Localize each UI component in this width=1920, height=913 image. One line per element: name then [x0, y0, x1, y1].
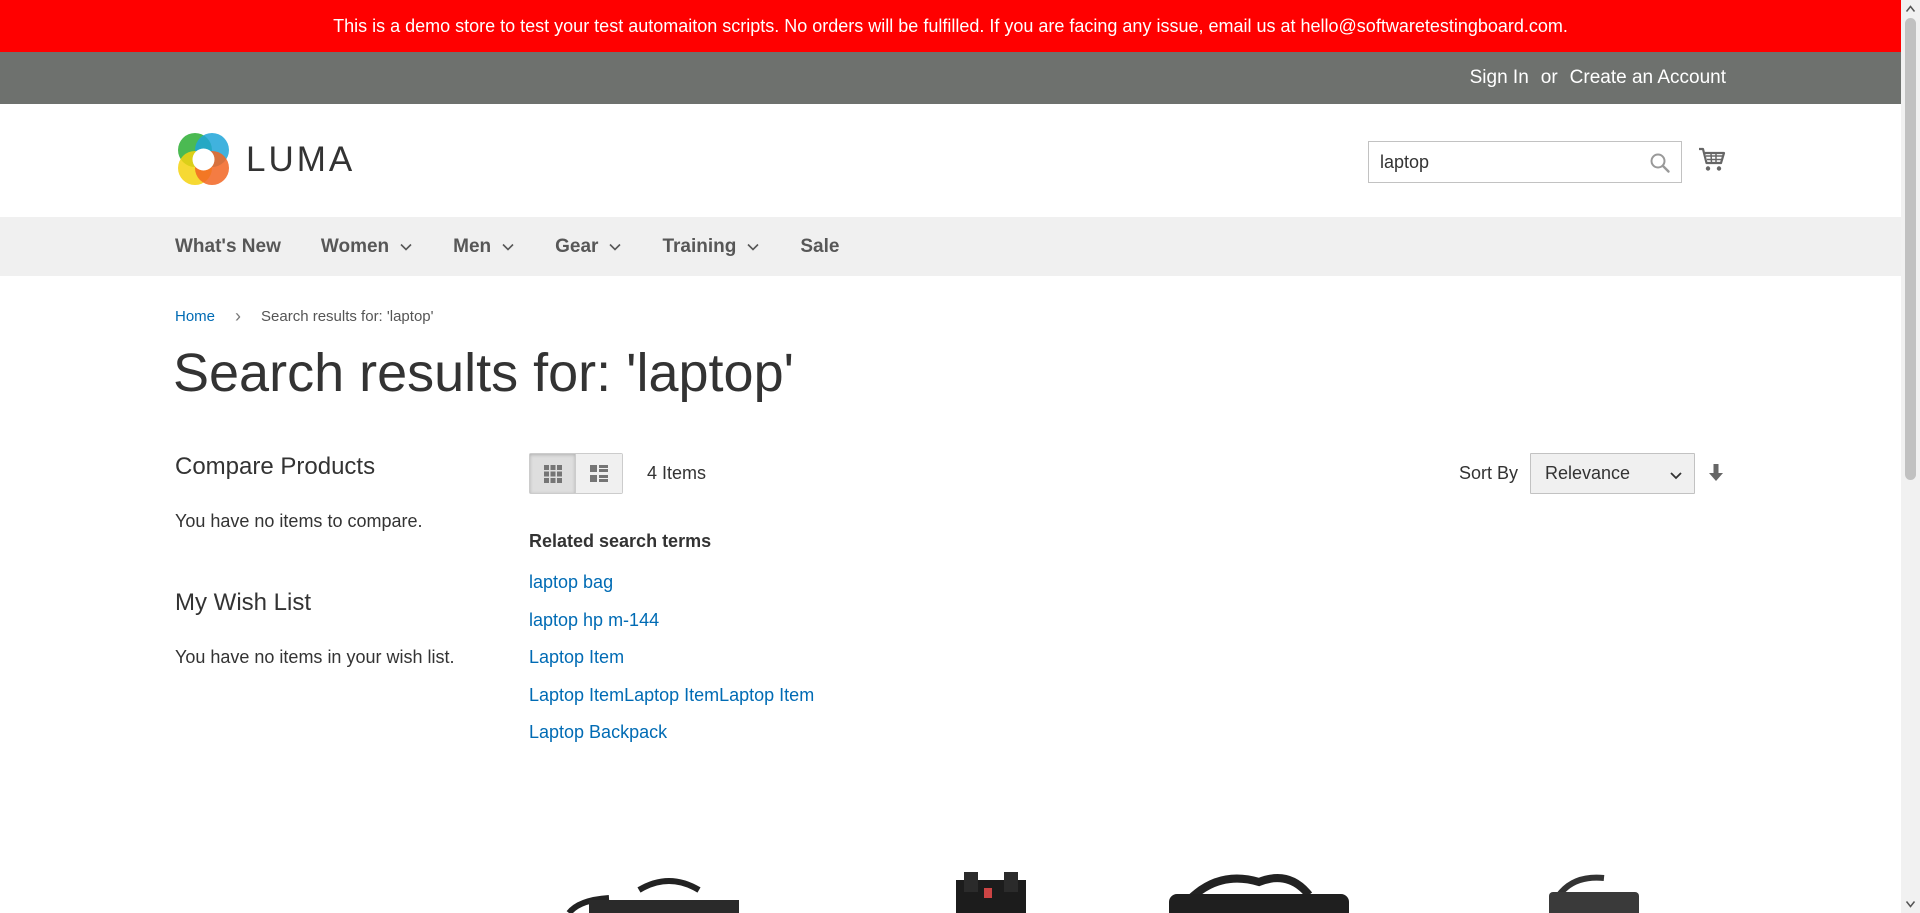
chevron-down-icon — [609, 243, 622, 251]
chevron-down-icon — [502, 243, 514, 251]
list-item: laptop hp m-144 — [529, 602, 814, 640]
wishlist-empty-text: You have no items in your wish list. — [175, 647, 455, 667]
luma-logo-icon — [178, 133, 229, 185]
site-header: LUMA — [0, 104, 1901, 217]
search-box — [1368, 141, 1682, 183]
product-image[interactable] — [1529, 870, 1649, 913]
products-toolbar: 4 Items Sort By Relevance — [529, 453, 1725, 494]
or-text: or — [1540, 67, 1558, 88]
panel-header: Sign In or Create an Account — [0, 52, 1901, 104]
nav-label: Sale — [800, 235, 840, 257]
nav-label: Training — [662, 235, 737, 257]
search-input[interactable] — [1369, 142, 1681, 182]
breadcrumb: Home › Search results for: 'laptop' — [175, 306, 434, 327]
wishlist-title: My Wish List — [175, 589, 312, 616]
related-term-link[interactable]: Laptop Item — [529, 647, 624, 667]
main-navigation: What's New Women Men Gear Training Sale — [0, 217, 1901, 276]
sign-in-link[interactable]: Sign In — [1470, 67, 1529, 89]
product-image[interactable] — [549, 870, 749, 913]
related-term-link[interactable]: Laptop Backpack — [529, 722, 667, 742]
nav-item-men[interactable]: Men — [453, 236, 515, 258]
grid-mode-button[interactable] — [530, 454, 576, 493]
list-icon — [590, 464, 608, 482]
sort-by-value: Relevance — [1545, 463, 1631, 483]
shopping-cart-icon — [1699, 147, 1726, 171]
scrollbar-thumb[interactable] — [1905, 18, 1916, 480]
sort-by-label: Sort By — [1459, 463, 1519, 483]
sort-by-select[interactable]: Relevance — [1530, 453, 1695, 494]
create-account-link[interactable]: Create an Account — [1570, 67, 1726, 89]
related-term-link[interactable]: laptop hp m-144 — [529, 610, 659, 630]
search-button[interactable] — [1649, 152, 1671, 174]
sidebar: Compare Products You have no items to co… — [175, 453, 495, 668]
demo-store-banner: This is a demo store to test your test a… — [0, 0, 1901, 52]
list-item: Laptop Item — [529, 639, 814, 677]
chevron-down-icon — [747, 243, 759, 251]
scroll-up-arrow-icon[interactable] — [1905, 3, 1916, 15]
breadcrumb-home-link[interactable]: Home — [175, 308, 215, 325]
page-scrollbar[interactable] — [1901, 0, 1920, 913]
list-item: Laptop Backpack — [529, 714, 814, 752]
search-icon — [1650, 153, 1670, 173]
arrow-down-icon — [1709, 464, 1723, 481]
list-item: laptop bag — [529, 564, 814, 602]
product-grid — [529, 870, 1679, 913]
breadcrumb-separator-icon: › — [235, 306, 242, 326]
list-mode-button[interactable] — [576, 454, 622, 493]
compare-empty-text: You have no items to compare. — [175, 511, 423, 531]
wishlist-block: My Wish List You have no items in your w… — [175, 589, 495, 668]
nav-label: Gear — [555, 235, 599, 257]
compare-block: Compare Products You have no items to co… — [175, 453, 495, 532]
chevron-down-icon — [1670, 472, 1682, 480]
nav-item-gear[interactable]: Gear — [555, 236, 622, 258]
nav-item-women[interactable]: Women — [321, 236, 413, 258]
banner-text: This is a demo store to test your test a… — [333, 15, 1568, 36]
items-count: 4 Items — [647, 463, 707, 483]
nav-item-training[interactable]: Training — [662, 236, 760, 258]
grid-icon — [543, 464, 562, 483]
related-term-link[interactable]: laptop bag — [529, 572, 613, 592]
related-term-link[interactable]: Laptop ItemLaptop ItemLaptop Item — [529, 685, 814, 705]
nav-label: What's New — [175, 235, 281, 257]
related-terms-title: Related search terms — [529, 531, 712, 551]
minicart-button[interactable] — [1697, 144, 1727, 174]
view-mode-switcher — [529, 453, 623, 494]
compare-title: Compare Products — [175, 453, 376, 480]
nav-label: Women — [320, 235, 390, 257]
list-item: Laptop ItemLaptop ItemLaptop Item — [529, 677, 814, 715]
header-links: Sign In or Create an Account — [1470, 52, 1726, 104]
nav-item-whats-new[interactable]: What's New — [175, 236, 281, 258]
product-image[interactable] — [1159, 870, 1359, 913]
nav-label: Men — [453, 235, 492, 257]
luma-logo[interactable]: LUMA — [175, 131, 355, 188]
sort-direction-button[interactable] — [1707, 462, 1725, 484]
breadcrumb-current: Search results for: 'laptop' — [261, 308, 434, 325]
related-search-terms: Related search terms laptop bag laptop h… — [529, 531, 814, 752]
chevron-down-icon — [400, 243, 412, 251]
logo-text: LUMA — [246, 139, 356, 179]
nav-item-sale[interactable]: Sale — [800, 236, 839, 258]
product-image[interactable] — [944, 870, 1044, 913]
scroll-down-arrow-icon[interactable] — [1905, 898, 1916, 910]
page-title: Search results for: 'laptop' — [173, 343, 794, 403]
